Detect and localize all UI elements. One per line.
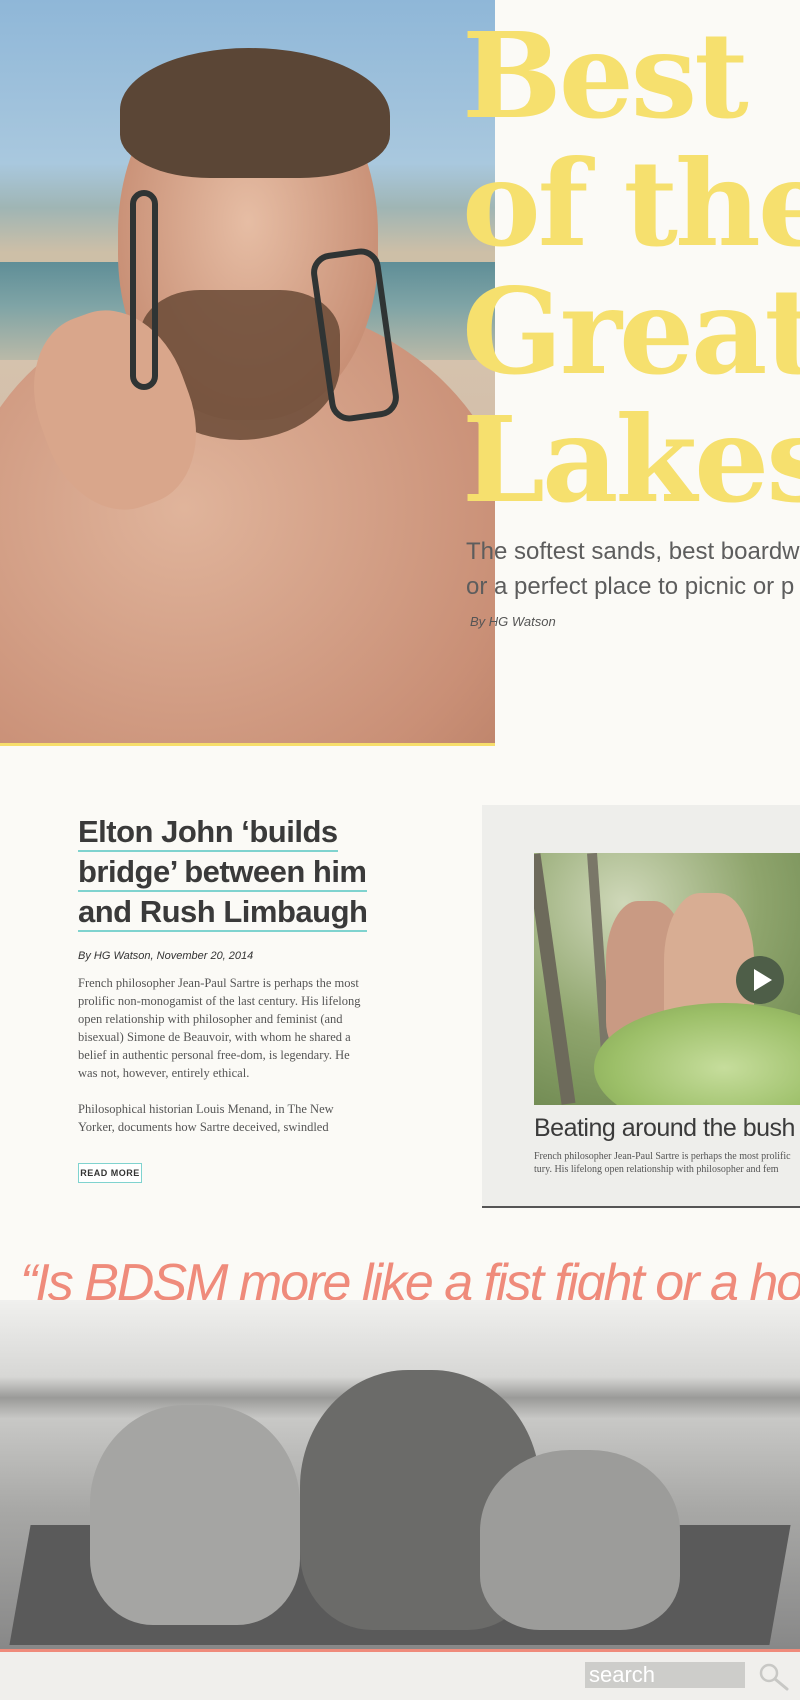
article-byline: By HG Watson, November 20, 2014 bbox=[78, 950, 254, 962]
hero-title[interactable]: Best of the Great Lakes bbox=[462, 12, 800, 524]
hero-photo[interactable] bbox=[0, 0, 495, 743]
thumb-tree bbox=[534, 853, 576, 1105]
search-icon[interactable] bbox=[757, 1662, 789, 1692]
hero-subtitle: The softest sands, best boardwalk or a p… bbox=[466, 534, 800, 604]
photo-person bbox=[480, 1450, 680, 1630]
article-paragraph: French philosopher Jean-Paul Sartre is p… bbox=[78, 976, 361, 1080]
hero-divider bbox=[0, 743, 495, 746]
read-more-button[interactable]: READ MORE bbox=[78, 1163, 142, 1183]
hero-subtitle-line: The softest sands, best boardwalk bbox=[466, 538, 800, 565]
search-input[interactable] bbox=[585, 1662, 745, 1688]
video-title[interactable]: Beating around the bush bbox=[534, 1112, 800, 1144]
beach-photo[interactable] bbox=[0, 1300, 800, 1649]
video-thumbnail[interactable] bbox=[534, 853, 800, 1105]
photo-sunglasses-left bbox=[130, 190, 158, 390]
article-paragraph: Philosophical historian Louis Menand, in… bbox=[78, 1102, 334, 1134]
photo-person bbox=[90, 1405, 300, 1625]
hero-title-line[interactable]: Best bbox=[462, 12, 800, 140]
photo-hair bbox=[120, 48, 390, 178]
hero-title-line[interactable]: Lakes bbox=[462, 396, 800, 524]
video-description-line: French philosopher Jean-Paul Sartre is p… bbox=[534, 1151, 791, 1162]
video-card: Beating around the bush French philosoph… bbox=[482, 805, 800, 1208]
article-title-text[interactable]: Elton John ‘builds bridge’ between him a… bbox=[78, 814, 368, 932]
hero-subtitle-line: or a perfect place to picnic or p bbox=[466, 573, 795, 600]
video-description: French philosopher Jean-Paul Sartre is p… bbox=[534, 1150, 800, 1176]
hero-title-line[interactable]: Great bbox=[462, 268, 800, 396]
hero-title-line[interactable]: of the bbox=[462, 140, 800, 268]
play-icon[interactable] bbox=[736, 956, 784, 1004]
video-description-line: tury. His lifelong open relationship wit… bbox=[534, 1164, 779, 1175]
hero-byline: By HG Watson bbox=[470, 614, 556, 629]
article-body: French philosopher Jean-Paul Sartre is p… bbox=[78, 974, 368, 1154]
article-title[interactable]: Elton John ‘builds bridge’ between him a… bbox=[78, 812, 368, 932]
